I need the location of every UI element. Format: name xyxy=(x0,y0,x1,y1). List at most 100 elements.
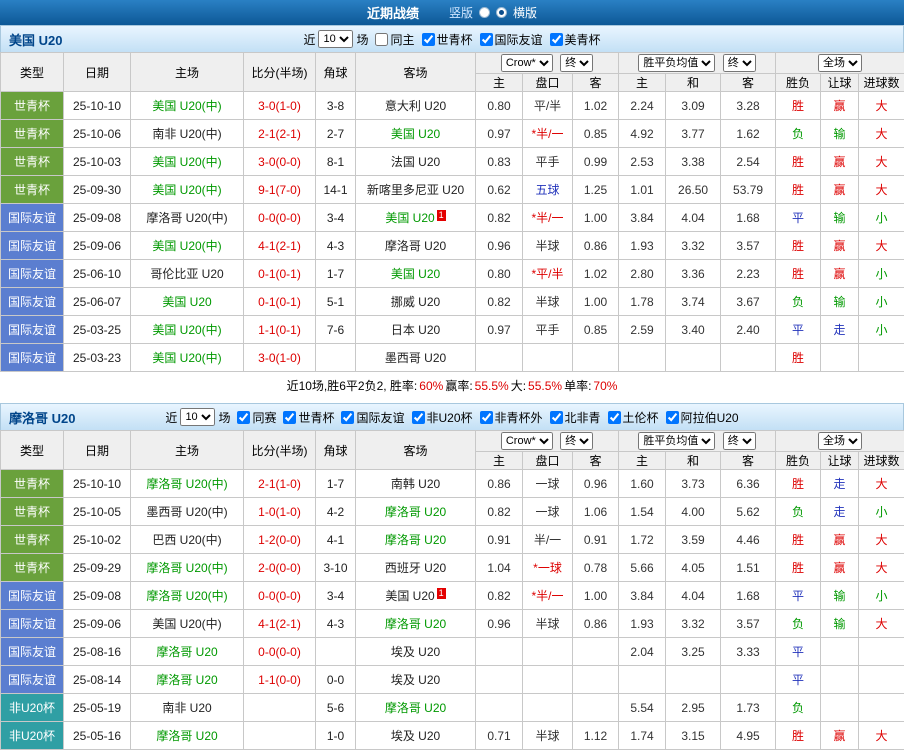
filter-option-3[interactable]: 美青杯 xyxy=(549,31,601,48)
filter-checkbox-2[interactable] xyxy=(341,410,355,424)
home-team-link[interactable]: 摩洛哥 U20(中) xyxy=(130,553,244,582)
away-team-link[interactable]: 挪威 U20 xyxy=(355,287,476,316)
away-team-link[interactable]: 法国 U20 xyxy=(355,147,476,176)
filter-option-1[interactable]: 世青杯 xyxy=(283,409,334,426)
col-home: 主场 xyxy=(130,430,244,470)
avg-odds-select[interactable]: 胜平负均值 xyxy=(638,432,716,450)
home-team-link[interactable]: 巴西 U20(中) xyxy=(130,525,244,554)
home-team-link[interactable]: 美国 U20 xyxy=(130,287,244,316)
recent-count-select[interactable]: 10 xyxy=(180,408,216,426)
score-cell: 3-0(1-0) xyxy=(243,91,316,120)
filter-checkbox-3[interactable] xyxy=(549,32,563,46)
home-team-link[interactable]: 美国 U20(中) xyxy=(130,609,244,638)
filter-checkbox-5[interactable] xyxy=(549,410,563,424)
goals-result-cell: 大 xyxy=(858,119,904,148)
filter-checkbox-2[interactable] xyxy=(479,32,493,46)
recent-count-select[interactable]: 10 xyxy=(318,30,354,48)
away-team-link[interactable]: 新喀里多尼亚 U20 xyxy=(355,175,476,204)
filter-option-7[interactable]: 阿拉伯U20 xyxy=(665,409,739,426)
filter-option-0[interactable]: 同赛 xyxy=(237,409,276,426)
filter-checkbox-3[interactable] xyxy=(411,410,425,424)
away-team-link[interactable]: 美国 U20 1 xyxy=(355,581,476,610)
filter-checkbox-0[interactable] xyxy=(375,32,389,46)
away-team-link[interactable]: 南韩 U20 xyxy=(355,469,476,498)
col-goals: 进球数 xyxy=(858,451,904,470)
home-team-link[interactable]: 美国 U20(中) xyxy=(130,147,244,176)
handicap-line-cell: *平/半 xyxy=(522,259,573,288)
home-team-link[interactable]: 美国 U20(中) xyxy=(130,315,244,344)
avg-draw-odds-cell: 3.73 xyxy=(665,469,722,498)
fullmatch-select[interactable]: 全场 xyxy=(818,54,863,72)
away-team-link[interactable]: 摩洛哥 U20 xyxy=(355,693,476,722)
filter-option-0[interactable]: 同主 xyxy=(375,31,415,48)
home-team-link[interactable]: 摩洛哥 U20(中) xyxy=(130,581,244,610)
bookmaker-select[interactable]: Crow* xyxy=(500,54,553,72)
away-team-link[interactable]: 日本 U20 xyxy=(355,315,476,344)
handicap-away-odds-cell: 0.86 xyxy=(571,231,620,260)
home-team-link[interactable]: 哥伦比亚 U20 xyxy=(130,259,244,288)
filter-option-6[interactable]: 土伦杯 xyxy=(607,409,659,426)
match-row: 非U20杯 25-05-16 摩洛哥 U20 1-0 埃及 U20 0.71 半球 1.12 1… xyxy=(0,721,904,750)
avg-away-odds-cell: 4.46 xyxy=(720,525,777,554)
handicap-final-select[interactable]: 终 xyxy=(560,54,594,72)
away-team-link[interactable]: 美国 U20 xyxy=(355,259,476,288)
home-team-link[interactable]: 摩洛哥 U20 xyxy=(130,665,244,694)
league-type-cell: 世青杯 xyxy=(0,119,64,148)
away-team-link[interactable]: 意大利 U20 xyxy=(355,91,476,120)
away-team-link[interactable]: 摩洛哥 U20 xyxy=(355,525,476,554)
filter-checkbox-1[interactable] xyxy=(421,32,435,46)
home-team-link[interactable]: 美国 U20(中) xyxy=(130,175,244,204)
home-team-link[interactable]: 摩洛哥 U20 xyxy=(130,721,244,750)
score-cell: 2-0(0-0) xyxy=(243,553,316,582)
avg-final-select[interactable]: 终 xyxy=(722,54,756,72)
filter-option-5[interactable]: 北非青 xyxy=(549,409,601,426)
filter-checkbox-6[interactable] xyxy=(607,410,621,424)
filter-checkbox-7[interactable] xyxy=(665,410,679,424)
home-team-link[interactable]: 南非 U20(中) xyxy=(130,119,244,148)
filter-checkbox-1[interactable] xyxy=(283,410,297,424)
handicap-final-select[interactable]: 终 xyxy=(560,432,594,450)
bookmaker-select[interactable]: Crow* xyxy=(500,432,553,450)
vertical-layout-radio[interactable] xyxy=(479,7,490,18)
filter-option-2[interactable]: 国际友谊 xyxy=(479,31,543,48)
horizontal-layout-radio[interactable] xyxy=(496,7,507,18)
home-team-link[interactable]: 美国 U20(中) xyxy=(130,231,244,260)
home-team-link[interactable]: 南非 U20 xyxy=(130,693,244,722)
away-team-link[interactable]: 摩洛哥 U20 xyxy=(355,609,476,638)
away-team-link[interactable]: 埃及 U20 xyxy=(355,721,476,750)
home-team-link[interactable]: 美国 U20(中) xyxy=(130,91,244,120)
away-team-link[interactable]: 墨西哥 U20 xyxy=(355,343,476,372)
avg-draw-odds-cell: 3.36 xyxy=(665,259,722,288)
date-cell: 25-06-07 xyxy=(63,287,131,316)
avg-final-select[interactable]: 终 xyxy=(722,432,756,450)
home-team-link[interactable]: 墨西哥 U20(中) xyxy=(130,497,244,526)
away-team-link[interactable]: 摩洛哥 U20 xyxy=(355,497,476,526)
filter-option-1[interactable]: 世青杯 xyxy=(421,31,473,48)
away-team-link[interactable]: 西班牙 U20 xyxy=(355,553,476,582)
home-team-link[interactable]: 摩洛哥 U20(中) xyxy=(130,203,244,232)
filter-checkbox-4[interactable] xyxy=(479,410,493,424)
filter-checkbox-0[interactable] xyxy=(237,410,251,424)
avg-away-odds-cell: 53.79 xyxy=(720,175,777,204)
away-team-link[interactable]: 埃及 U20 xyxy=(355,665,476,694)
home-team-link[interactable]: 美国 U20(中) xyxy=(130,343,244,372)
away-team-link[interactable]: 美国 U20 1 xyxy=(355,203,476,232)
fullmatch-group-header: 全场 xyxy=(775,430,904,452)
filter-option-4[interactable]: 非青杯外 xyxy=(479,409,543,426)
league-type-cell: 国际友谊 xyxy=(0,203,64,232)
away-team-link[interactable]: 埃及 U20 xyxy=(355,637,476,666)
handicap-result-cell: 赢 xyxy=(820,175,860,204)
away-team-link[interactable]: 摩洛哥 U20 xyxy=(355,231,476,260)
home-team-link[interactable]: 摩洛哥 U20 xyxy=(130,637,244,666)
home-team-link[interactable]: 摩洛哥 U20(中) xyxy=(130,469,244,498)
avg-draw-odds-cell: 4.04 xyxy=(665,203,722,232)
avg-odds-select[interactable]: 胜平负均值 xyxy=(638,54,716,72)
score-cell: 0-1(0-1) xyxy=(243,287,316,316)
goals-result-cell xyxy=(858,343,904,372)
away-team-link[interactable]: 美国 U20 xyxy=(355,119,476,148)
filter-option-3[interactable]: 非U20杯 xyxy=(411,409,473,426)
avg-away-odds-cell: 3.33 xyxy=(720,637,777,666)
handicap-result-cell: 赢 xyxy=(820,259,860,288)
fullmatch-select[interactable]: 全场 xyxy=(818,432,863,450)
filter-option-2[interactable]: 国际友谊 xyxy=(341,409,405,426)
